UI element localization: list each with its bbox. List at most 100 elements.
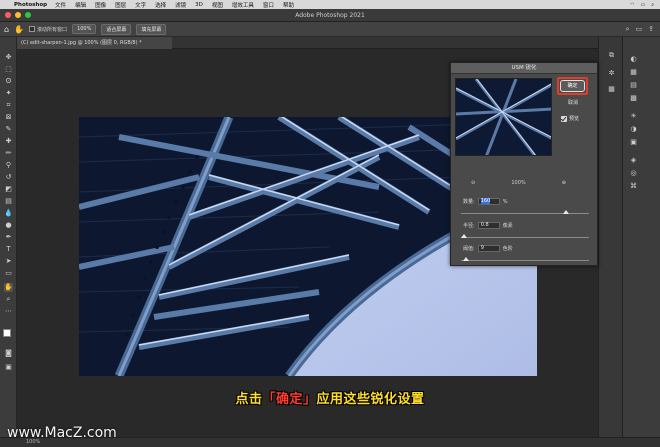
properties-panel-icon[interactable]: ▦ — [607, 85, 616, 94]
unsharp-mask-dialog: USM 锐化 确定 取消 预览 ⊖ 100% ⊕ 数量: 160 % 半径: 0… — [450, 62, 598, 266]
patterns-panel-icon[interactable]: ▩ — [629, 94, 638, 103]
zoom-100-button[interactable]: 100% — [72, 24, 97, 34]
screen-mode-icon[interactable]: ▣ — [4, 363, 13, 372]
menu-window[interactable]: 窗口 — [263, 1, 274, 9]
hand-tool-icon[interactable]: ✋ — [4, 283, 13, 292]
shape-tool-icon[interactable]: ▭ — [4, 269, 13, 278]
history-brush-icon[interactable]: ↺ — [4, 173, 13, 182]
brush-tool-icon[interactable]: ✏ — [4, 149, 13, 158]
threshold-slider-thumb[interactable] — [463, 257, 470, 261]
layers-panel-icon[interactable]: ◈ — [629, 156, 638, 165]
blur-tool-icon[interactable]: 💧 — [4, 209, 13, 218]
libraries-panel-icon[interactable]: ▣ — [629, 138, 638, 147]
history-panel-icon[interactable]: ⧉ — [607, 51, 616, 60]
scroll-all-windows-option[interactable]: 滚动所有窗口 — [29, 26, 67, 33]
fill-screen-button[interactable]: 填充屏幕 — [136, 23, 167, 35]
radius-input[interactable]: 0.8 — [477, 222, 500, 229]
document-tab[interactable]: (C) edit-sharpen-1.jpg @ 100% (图层 0, RGB… — [17, 37, 172, 49]
caption-text-post: 应用这些锐化设置 — [316, 392, 425, 407]
amount-slider-thumb[interactable] — [562, 210, 569, 214]
zoom-out-icon[interactable]: ⊖ — [471, 180, 475, 186]
amount-slider[interactable] — [461, 210, 589, 214]
ok-button-highlight — [557, 77, 588, 95]
workspace-icon[interactable]: ▭ — [636, 25, 643, 34]
search-icon[interactable]: ⌕ — [626, 25, 630, 34]
swatches-panel-icon[interactable]: ▦ — [629, 68, 638, 77]
dodge-tool-icon[interactable]: ● — [4, 221, 13, 230]
paths-panel-icon[interactable]: ⌘ — [629, 182, 638, 191]
gradient-tool-icon[interactable]: ▤ — [4, 197, 13, 206]
right-panels-dock: ◐ ▦ ▤ ▩ ☀ ◑ ▣ ◈ ◎ ⌘ — [622, 37, 660, 437]
share-icon[interactable]: ⇪ — [648, 25, 654, 34]
search-icon[interactable]: ⌕ — [651, 2, 654, 8]
lasso-tool-icon[interactable]: ʘ — [4, 77, 13, 86]
channels-panel-icon[interactable]: ◎ — [629, 169, 638, 178]
menu-image[interactable]: 图像 — [95, 1, 106, 9]
type-tool-icon[interactable]: T — [4, 245, 13, 254]
pen-tool-icon[interactable]: ✒ — [4, 233, 13, 242]
threshold-slider[interactable] — [461, 257, 589, 261]
menu-help[interactable]: 帮助 — [283, 1, 294, 9]
menu-layer[interactable]: 图层 — [115, 1, 126, 9]
menu-file[interactable]: 文件 — [55, 1, 66, 9]
caption-text-highlight: 「确定」 — [262, 392, 317, 407]
learn-panel-icon[interactable]: ☀ — [629, 112, 638, 121]
hand-tool-icon[interactable]: ✋ — [14, 25, 24, 34]
preview-checkbox[interactable]: 预览 — [561, 115, 579, 122]
radius-label: 半径: — [463, 223, 475, 229]
fit-screen-button[interactable]: 适合屏幕 — [101, 23, 132, 35]
marquee-tool-icon[interactable]: ⬚ — [4, 65, 13, 74]
menu-3d[interactable]: 3D — [195, 2, 203, 8]
healing-brush-icon[interactable]: ✚ — [4, 137, 13, 146]
eyedropper-icon[interactable]: ✎ — [4, 125, 13, 134]
threshold-unit: 色阶 — [502, 246, 513, 252]
preview-checkbox-box[interactable] — [561, 115, 567, 122]
home-icon[interactable]: ⌂ — [4, 25, 9, 34]
window-title: Adobe Photoshop 2021 — [295, 12, 365, 19]
threshold-input[interactable]: 9 — [477, 245, 500, 252]
more-tools-icon[interactable]: ⋯ — [4, 307, 13, 316]
preview-zoom-value: 100% — [511, 180, 526, 186]
move-tool-icon[interactable]: ✥ — [4, 53, 13, 62]
frame-tool-icon[interactable]: ⊠ — [4, 113, 13, 122]
menu-plugins[interactable]: 增效工具 — [232, 1, 254, 9]
menu-type[interactable]: 文字 — [135, 1, 146, 9]
tools-panel: ✥ ⬚ ʘ ✦ ⌗ ⊠ ✎ ✚ ✏ ⚲ ↺ ◩ ▤ 💧 ● ✒ T ➤ ▭ ✋ … — [0, 37, 17, 437]
wifi-icon[interactable]: ◠ — [630, 2, 634, 8]
amount-label: 数量: — [463, 199, 475, 205]
brush-settings-icon[interactable]: ✲ — [607, 69, 616, 78]
preview-zoom-row: ⊖ 100% ⊕ — [471, 180, 566, 186]
eraser-tool-icon[interactable]: ◩ — [4, 185, 13, 194]
crop-tool-icon[interactable]: ⌗ — [4, 101, 13, 110]
document-tab-label: (C) edit-sharpen-1.jpg @ 100% (图层 0, RGB… — [21, 40, 142, 46]
quick-mask-icon[interactable]: ◙ — [4, 349, 13, 358]
magic-wand-icon[interactable]: ✦ — [4, 89, 13, 98]
gradients-panel-icon[interactable]: ▤ — [629, 81, 638, 90]
dialog-preview-image[interactable] — [455, 78, 552, 156]
radius-slider-thumb[interactable] — [460, 234, 467, 238]
radius-field: 半径: 0.8 像素 — [463, 222, 513, 229]
adjustments-panel-icon[interactable]: ◑ — [629, 125, 638, 134]
window-titlebar: Adobe Photoshop 2021 — [0, 9, 660, 22]
tutorial-caption: 点击「确定」应用这些锐化设置 — [0, 388, 660, 407]
radius-slider[interactable] — [460, 234, 589, 238]
cancel-button[interactable]: 取消 — [561, 99, 585, 108]
color-panel-icon[interactable]: ◐ — [629, 55, 638, 64]
dialog-title: USM 锐化 — [451, 63, 597, 74]
scroll-all-label: 滚动所有窗口 — [37, 26, 68, 33]
amount-input[interactable]: 160 — [477, 198, 500, 205]
threshold-field: 阈值: 9 色阶 — [463, 245, 513, 252]
foreground-color-swatch[interactable] — [3, 329, 11, 337]
zoom-tool-icon[interactable]: ⌕ — [4, 295, 13, 304]
stamp-tool-icon[interactable]: ⚲ — [4, 161, 13, 170]
menu-select[interactable]: 选择 — [155, 1, 166, 9]
path-select-icon[interactable]: ➤ — [4, 257, 13, 266]
menu-app-photoshop[interactable]: Photoshop — [14, 2, 47, 8]
zoom-in-icon[interactable]: ⊕ — [562, 180, 566, 186]
scroll-all-checkbox[interactable] — [29, 26, 36, 32]
threshold-label: 阈值: — [463, 246, 475, 252]
menu-filter[interactable]: 滤镜 — [175, 1, 186, 9]
menu-edit[interactable]: 编辑 — [75, 1, 86, 9]
menu-view[interactable]: 视图 — [212, 1, 223, 9]
battery-icon[interactable]: ▭ — [640, 2, 645, 8]
